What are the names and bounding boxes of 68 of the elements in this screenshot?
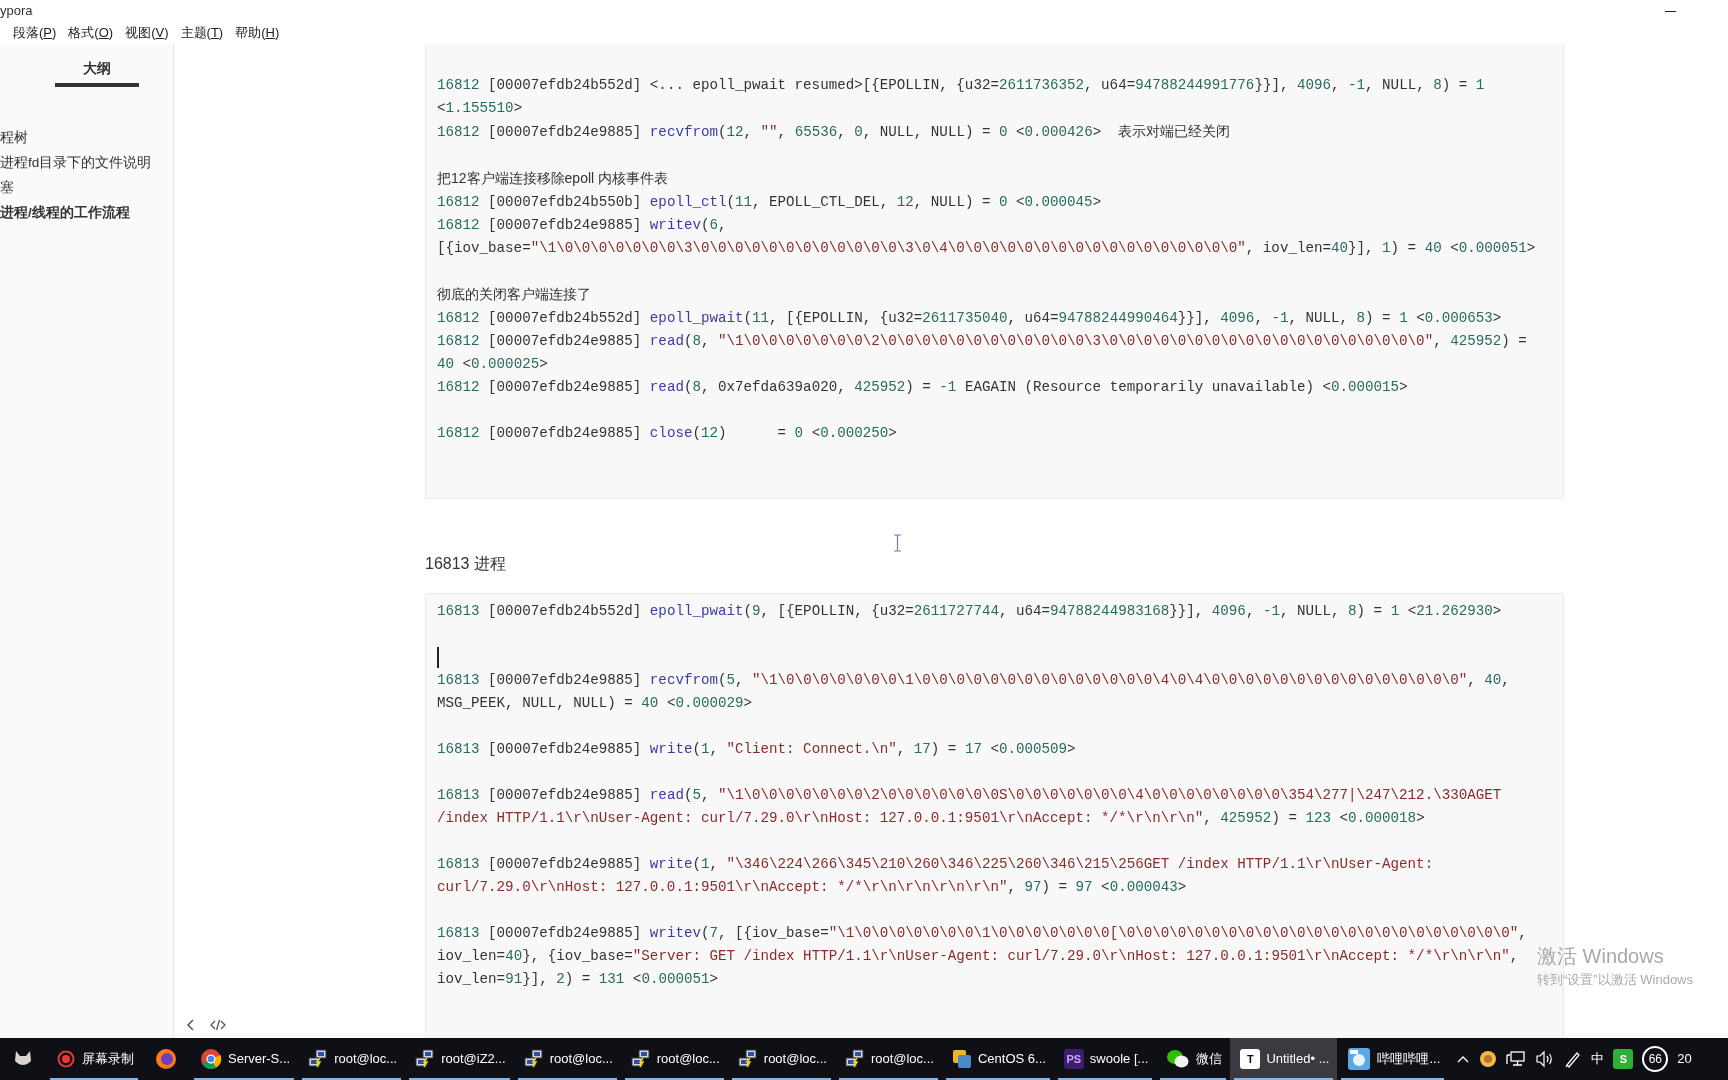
app-icon xyxy=(1347,1047,1372,1071)
terminal-icon xyxy=(308,1049,329,1069)
code-icon xyxy=(210,1018,226,1032)
taskbar-button[interactable]: 微信 xyxy=(1156,1038,1231,1080)
menu-item[interactable]: 格式(O) xyxy=(62,23,120,43)
code-text: 16812 [00007efdb24b552d] <... epoll_pwait resumed>[{EPOLLIN, {u32=2611736352, u64=94788244991776}}], 4096, -1, NULL, 8) = 1 <1.155510> xyxy=(437,77,1486,116)
code-text: 16812 [00007efdb24e9885] recvfrom(12, "", 65536, 0, NULL, NULL) = 0 <0.000426> xyxy=(437,124,1102,140)
code-text: 16812 [00007efdb24b550b] epoll_ctl(11, EPOLL_CTL_DEL, 12, NULL) = 0 <0.000045> xyxy=(437,194,1102,210)
activation-hint: 转到“设置”以激活 Windows xyxy=(1537,971,1693,989)
taskbar-button[interactable]: root@loc... xyxy=(620,1038,728,1080)
code-text: 16812 [00007efdb24e9885] read(8, "\1\0\0\0\0\0\0\0\2\0\0\0\0\0\0\0\0\0\0\0\0\3\0\0\0\0\0\0\0\0\0\0\0\0\0\0\0\0\0\0\0", 425952) = 40 <0.000025> xyxy=(437,333,1528,372)
taskbar-button[interactable]: Server-S... xyxy=(190,1038,299,1080)
status-icon[interactable] xyxy=(1479,1050,1498,1068)
network-icon[interactable] xyxy=(1506,1050,1527,1068)
taskbar-button[interactable]: 哔哩哔哩... xyxy=(1337,1038,1449,1080)
heading-text: 16813 进程 xyxy=(425,554,507,574)
window-title: ypora xyxy=(0,2,33,20)
code-text: 16813 [00007efdb24e9885] read(5, "\1\0\0\0\0\0\0\0\2\0\0\0\0\0\0\0S\0\0\0\0\0\0\0\4\0\0\0\0\0\0\0\0\354\277|\247\212.\330AGET /index HTTP/1.1\r\nUser-Agent: curl/7.29.0\r\nHost: 127.0.0.1:9501\r\nAccept: */*\r\n\r\n", 425952) = 123 <0.000018> xyxy=(437,787,1503,826)
code-text: 16812 [00007efdb24e9885] read(8, 0x7efda639a020, 425952) = -1 EAGAIN (Resource temporarily unavailable) <0.000015> xyxy=(437,379,1408,395)
annotation-text: 彻底的关闭客户端连接了 xyxy=(437,286,591,302)
taskbar-button[interactable]: root@iZ2... xyxy=(405,1038,514,1080)
taskbar-button[interactable]: 屏幕录制 xyxy=(46,1038,142,1080)
terminal-icon xyxy=(523,1049,544,1069)
taskbar-button[interactable]: root@loc... xyxy=(298,1038,406,1080)
menu-item[interactable]: 帮助(H) xyxy=(229,23,286,43)
code-text: 16813 [00007efdb24e9885] writev(7, [{iov_base="\1\0\0\0\0\0\0\0\1\0\0\0\0\0\0\0[\0\0\0\0\0\0\0\0\0\0\0\0\0\0\0\0\0\0\0\0\0\0\0", iov_len=40}, {iov_base="Server: GET /index HTTP/1.1\r\nUser-Agent: curl/7.29.0\r\nHost: 127.0.0.1:9501\r\nAccept: */*\r\n\r\n", iov_len=91}], 2) = 131 <0.000051> xyxy=(437,925,1528,987)
code-text: 16812 [00007efdb24e9885] writev(6, [{iov_base="\1\0\0\0\0\0\0\0\3\0\0\0\0\0\0\0\0\0\0\0\0\3\0\4\0\0\0\0\0\0\0\0\0\0\0\0\0\0\0\0\0", iov_len=40}], 1) = 40 <0.000051> xyxy=(437,217,1536,256)
browser-icon xyxy=(200,1048,222,1070)
menu-item[interactable]: 视图(V) xyxy=(119,23,175,43)
outline-tab[interactable]: 大纲 xyxy=(82,56,111,80)
code-text: 16812 [00007efdb24e9885] close(12) = 0 <0.000250> xyxy=(437,425,897,441)
taskbar-button[interactable]: CentOS 6... xyxy=(941,1038,1054,1080)
clock-text[interactable]: 20 xyxy=(1677,1049,1692,1069)
code-text: 16813 [00007efdb24e9885] write(1, "Client: Connect.\n", 17) = 17 <0.000509> xyxy=(437,741,1076,757)
browser-icon xyxy=(154,1047,178,1071)
taskbar-button[interactable]: T Untitled• ... xyxy=(1230,1038,1338,1080)
outline-item[interactable]: 进程fd目录下的文件说明 xyxy=(0,150,152,175)
terminal-icon xyxy=(844,1049,865,1069)
taskbar-button[interactable]: root@loc... xyxy=(834,1038,942,1080)
chevron-up-icon[interactable] xyxy=(1456,1054,1471,1064)
text-caret xyxy=(437,646,439,668)
menu-item[interactable]: 段落(P) xyxy=(7,23,63,43)
app-icon: T xyxy=(1240,1049,1261,1069)
outline-item[interactable]: 进程/线程的工作流程 xyxy=(0,200,130,225)
text-cursor-icon xyxy=(893,534,902,552)
code-text: 16813 [00007efdb24e9885] recvfrom(5, "\1\0\0\0\0\0\0\0\1\0\0\0\0\0\0\0\0\0\0\0\0\0\0\4\0\4\0\0\0\0\0\0\0\0\0\0\0\0\0\0\0", 40, MSG_PEEK, NULL, NULL) = 40 <0.000029> xyxy=(437,672,1511,711)
input-method-indicator[interactable]: 中 xyxy=(1591,1049,1605,1069)
counter-badge[interactable]: 66 xyxy=(1642,1046,1669,1072)
activation-title: 激活 Windows xyxy=(1537,944,1665,969)
outline-item[interactable]: 程树 xyxy=(0,125,28,150)
taskbar-button[interactable]: root@loc... xyxy=(727,1038,835,1080)
app-icon xyxy=(951,1049,972,1069)
terminal-icon xyxy=(630,1049,651,1069)
annotation-text: 表示对端已经关闭 xyxy=(1118,123,1231,139)
code-text: 16813 [00007efdb24e9885] write(1, "\346\224\266\345\210\260\346\225\260\346\215\256GET /index HTTP/1.1\r\nUser-Agent: curl/7.29.0\r\nHost: 127.0.0.1:9501\r\nAccept: */*\r\n\r\n\r\n\r\n", 97) = 97 <0.000043> xyxy=(437,856,1435,895)
taskbar-button[interactable]: PS swoole [... xyxy=(1053,1038,1157,1080)
chevron-left-icon xyxy=(186,1018,196,1032)
app-icon: PS xyxy=(1063,1049,1084,1069)
chat-icon xyxy=(1166,1048,1191,1070)
terminal-icon xyxy=(737,1049,758,1069)
taskbar-button[interactable]: root@loc... xyxy=(513,1038,621,1080)
outline-item[interactable]: 塞 xyxy=(0,175,14,200)
code-text: 16813 [00007efdb24b552d] epoll_pwait(9, [{EPOLLIN, {u32=2611727744, u64=94788244983168}}], 4096, -1, NULL, 8) = 1 <21.262930> xyxy=(437,603,1502,619)
record-icon xyxy=(56,1049,76,1069)
code-text: 16812 [00007efdb24b552d] epoll_pwait(11, [{EPOLLIN, {u32=2611735040, u64=94788244990464}}], 4096, -1, NULL, 8) = 1 <0.000653> xyxy=(437,310,1502,326)
menu-item[interactable]: 主题(T) xyxy=(174,23,230,43)
terminal-icon xyxy=(415,1049,436,1069)
annotation-text: 把12客户端连接移除epoll 内核事件表 xyxy=(437,170,669,186)
